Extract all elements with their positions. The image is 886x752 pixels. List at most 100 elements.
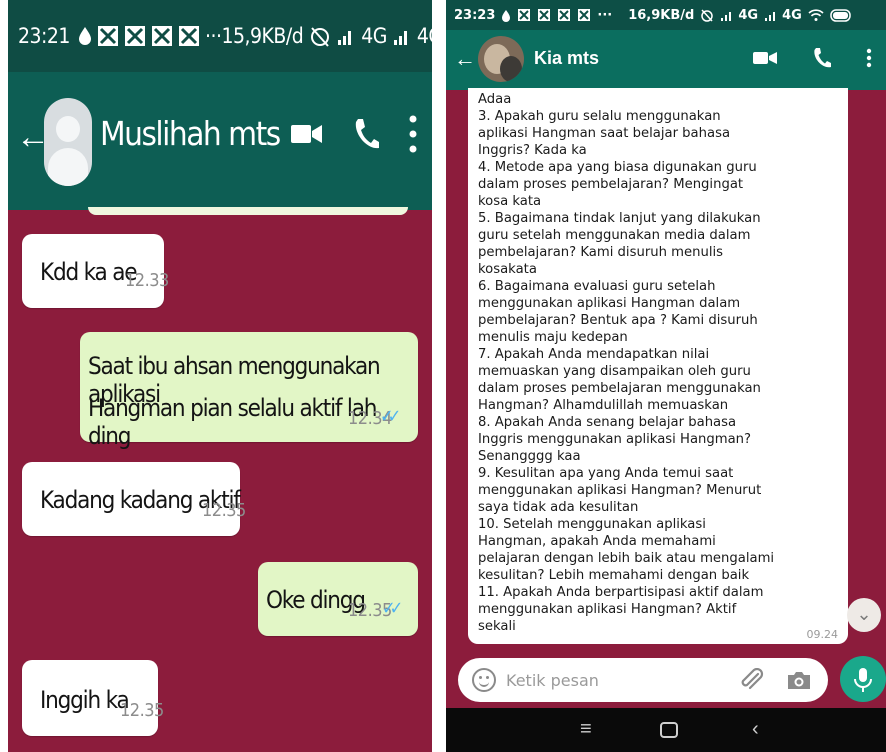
avatar[interactable]	[44, 98, 92, 186]
scroll-down-icon[interactable]: ⌄	[847, 598, 881, 632]
phone-icon[interactable]	[812, 47, 832, 69]
message-line: kosa kata	[478, 194, 542, 209]
message-bubble-incoming[interactable]: Kdd ka ae 12.33	[22, 234, 169, 308]
notification-icon	[178, 26, 199, 46]
signal-icon	[393, 31, 407, 45]
nav-back-icon[interactable]: ‹	[752, 718, 759, 741]
message-line: saya tidak ada kesulitan	[478, 500, 639, 515]
message-line: 5. Bagaimana tindak lanjut yang dilakuka…	[478, 211, 761, 226]
header-actions	[290, 114, 418, 154]
notification-icon	[97, 26, 118, 46]
more-vert-icon[interactable]	[408, 114, 418, 154]
message-bubble-outgoing[interactable]: Oke dingg 12.35 ✓✓	[258, 562, 418, 636]
message-line: pelajaran dengan lebih baik atau mengala…	[478, 551, 775, 566]
phone-icon[interactable]	[352, 117, 380, 151]
system-nav-bar: ≡ ‹	[446, 708, 886, 752]
status-time: 23:21	[18, 24, 70, 48]
message-line: dalam proses pembelajaran menggunakan	[478, 381, 761, 396]
network-type: 4G	[738, 7, 759, 23]
message-line: kesulitan? Lebih memahami dengan baik	[478, 568, 750, 583]
message-line: Senangggg kaa	[478, 449, 581, 464]
battery-icon	[830, 8, 851, 22]
message-bubble-incoming[interactable]: Kadang kadang aktif 12.35	[22, 462, 246, 536]
message-line: 11. Apakah Anda berpartisipasi aktif dal…	[478, 585, 764, 600]
previous-message-edge	[88, 207, 408, 215]
header-actions	[752, 47, 872, 69]
notification-icon	[558, 9, 571, 21]
message-line: 6. Bagaimana evaluasi guru setelah	[478, 279, 716, 294]
message-line: 8. Apakah Anda senang belajar bahasa	[478, 415, 737, 430]
read-ticks-icon: ✓✓	[382, 598, 403, 619]
notification-icon	[124, 26, 145, 46]
notification-icons: ···	[78, 24, 222, 48]
alarm-off-icon	[701, 9, 714, 22]
message-line: menggunakan aplikasi Hangman? Aktif	[478, 602, 737, 617]
video-call-icon[interactable]	[752, 49, 778, 67]
network-type: 4G	[361, 24, 387, 48]
network-type: 4G	[782, 7, 802, 23]
home-icon[interactable]	[660, 722, 678, 738]
message-input[interactable]	[506, 668, 706, 692]
message-text: Adaa 3. Apakah guru selalu menggunakan apl…	[478, 91, 844, 635]
mic-icon	[854, 668, 872, 692]
status-bar: 23:21 ··· 15,9KB/d 4G 4G	[8, 0, 432, 72]
message-line: memuaskan yang disampaikan oleh guru	[478, 364, 751, 379]
notification-icon	[578, 9, 591, 21]
right-screenshot: 23:23 ··· 16,9KB/d 4G 4G ← Kia mts Adaa 3…	[446, 0, 886, 752]
back-arrow-icon[interactable]: ←	[454, 46, 476, 72]
notification-icon	[151, 26, 172, 46]
message-bubble-incoming[interactable]: Adaa 3. Apakah guru selalu menggunakan apl…	[468, 88, 848, 644]
camera-icon[interactable]	[786, 668, 812, 692]
message-time: 12.35	[120, 700, 164, 721]
mic-button[interactable]	[840, 656, 886, 702]
message-line: pembelajaran? Kami disuruh menulis	[478, 245, 724, 260]
message-time: 12.35	[202, 500, 246, 521]
network-type: 4G	[416, 24, 432, 48]
message-line: 9. Kesulitan apa yang Anda temui saat	[478, 466, 734, 481]
signal-icon	[338, 31, 352, 45]
attach-icon[interactable]	[738, 668, 764, 692]
message-line: pembelajaran? Bentuk apa ? Kami disuruh	[478, 313, 758, 328]
message-bubble-outgoing[interactable]: Saat ibu ahsan menggunakan aplikasi Hang…	[80, 332, 418, 450]
message-time: 09.24	[806, 628, 839, 641]
message-line: Hangman? Alhamdulillah memuaskan	[478, 398, 729, 413]
more-vert-icon[interactable]	[866, 48, 872, 68]
message-line: menggunakan aplikasi Hangman dalam	[478, 296, 741, 311]
message-line: 7. Apakah Anda mendapatkan nilai	[478, 347, 710, 362]
wifi-icon	[808, 9, 824, 21]
signal-icon	[721, 11, 732, 21]
message-text: Inggih ka	[40, 686, 130, 714]
message-composer	[458, 658, 828, 702]
message-line: aplikasi Hangman saat belajar bahasa	[478, 126, 731, 141]
message-line: Hangman, apakah Anda memahami	[478, 534, 716, 549]
message-bubble-incoming[interactable]: Inggih ka 12.35	[22, 660, 164, 736]
status-bar: 23:23 ··· 16,9KB/d 4G 4G	[446, 0, 886, 30]
status-right: 15,9KB/d 4G 4G	[221, 24, 432, 48]
net-speed: 15,9KB/d	[221, 24, 304, 48]
contact-name[interactable]: Muslihah mts	[100, 114, 281, 153]
notification-icon	[538, 9, 551, 21]
message-line: kosakata	[478, 262, 537, 277]
avatar[interactable]	[478, 36, 524, 82]
drop-icon	[502, 9, 511, 22]
message-line: 3. Apakah guru selalu menggunakan	[478, 109, 721, 124]
left-screenshot: 23:21 ··· 15,9KB/d 4G 4G ← Muslihah mts	[8, 0, 432, 752]
message-line: menggunakan aplikasi Hangman? Menurut	[478, 483, 762, 498]
video-call-icon[interactable]	[290, 121, 324, 147]
message-time: 12.33	[125, 270, 169, 291]
contact-name[interactable]: Kia mts	[534, 48, 599, 69]
message-line: Inggris? Kada ka	[478, 143, 587, 158]
message-line: dalam proses pembelajaran? Mengingat	[478, 177, 744, 192]
read-ticks-icon: ✓✓	[380, 406, 401, 427]
chat-header: ← Muslihah mts	[8, 72, 432, 210]
message-line: Adaa	[478, 92, 512, 107]
drop-icon	[78, 27, 91, 45]
recents-icon[interactable]: ≡	[580, 718, 592, 741]
emoji-icon[interactable]	[472, 668, 496, 692]
net-speed: 16,9KB/d	[628, 7, 695, 23]
message-line: 4. Metode apa yang biasa digunakan guru	[478, 160, 757, 175]
status-time: 23:23	[454, 7, 496, 23]
signal-icon	[765, 11, 776, 21]
chat-header: ← Kia mts	[446, 30, 886, 90]
message-line: menulis maju kedepan	[478, 330, 628, 345]
